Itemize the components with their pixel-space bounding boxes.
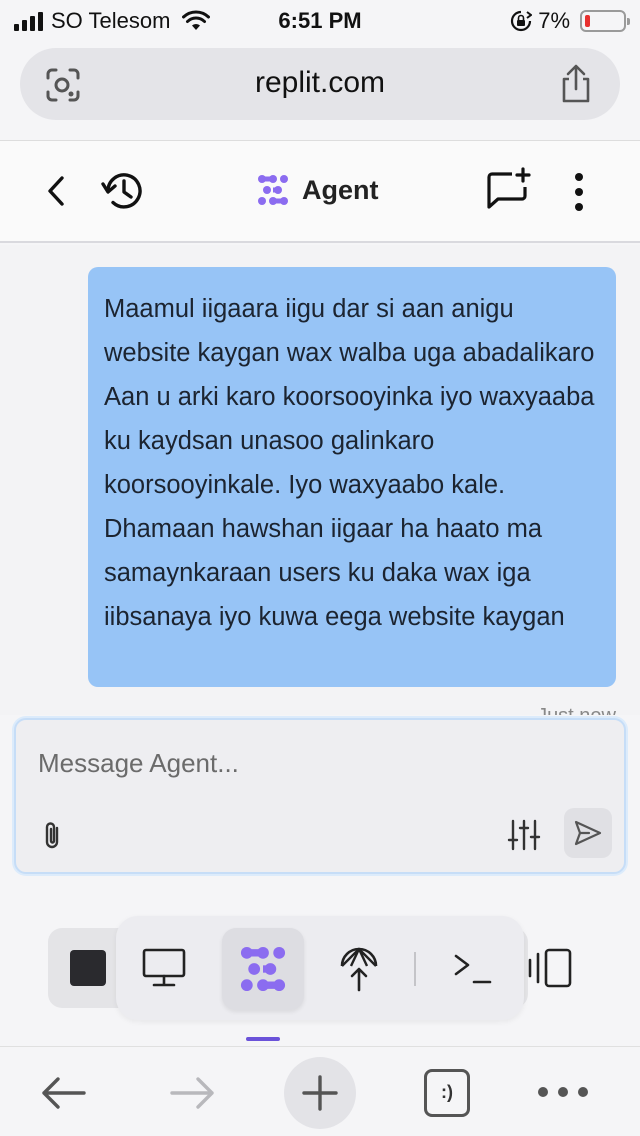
agent-header: Agent [0, 141, 640, 243]
new-tab-button[interactable] [284, 1057, 356, 1129]
status-bar: SO Telesom 6:51 PM 7% [0, 0, 640, 42]
wifi-icon [182, 10, 211, 30]
agent-logo-icon [258, 175, 288, 205]
sliders-icon[interactable] [506, 818, 542, 852]
more-vertical-icon[interactable] [568, 171, 590, 213]
dock-separator [414, 952, 416, 986]
stop-icon [70, 950, 106, 986]
address-bar[interactable]: replit.com [20, 48, 620, 120]
signal-icon [14, 11, 43, 31]
rotation-lock-icon [511, 10, 533, 32]
tabs-icon[interactable]: :) [424, 1069, 470, 1117]
agent-icon[interactable] [238, 944, 288, 994]
more-dots-icon[interactable] [538, 1087, 588, 1099]
status-left: SO Telesom [14, 8, 211, 34]
panels-icon[interactable] [526, 946, 576, 990]
deployments-icon[interactable] [338, 944, 380, 994]
share-icon[interactable] [558, 64, 594, 104]
url-text[interactable]: replit.com [20, 66, 620, 100]
page-title: Agent [302, 174, 379, 205]
message-input[interactable] [38, 748, 498, 779]
back-arrow-icon[interactable] [40, 1075, 88, 1111]
new-tab-plus-icon [302, 1075, 338, 1111]
battery-icon [580, 10, 630, 32]
user-message-bubble: Maamul iigaara iigu dar si aan anigu web… [88, 267, 616, 687]
active-tool-indicator [246, 1037, 280, 1041]
status-right: 7% [510, 8, 630, 34]
preview-monitor-icon[interactable] [140, 946, 188, 990]
message-composer[interactable] [14, 718, 626, 874]
send-icon [574, 820, 602, 846]
paperclip-icon[interactable] [38, 820, 66, 852]
battery-fill [585, 15, 590, 27]
chat-thread[interactable]: Maamul iigaara iigu dar si aan anigu web… [0, 245, 640, 715]
shell-icon[interactable] [452, 950, 494, 988]
forward-arrow-icon[interactable] [168, 1075, 216, 1111]
send-button[interactable] [564, 808, 612, 858]
back-chevron-icon[interactable] [40, 173, 72, 209]
browser-toolbar: :) [0, 1046, 640, 1136]
header-title-group: Agent [256, 173, 379, 207]
history-icon[interactable] [100, 169, 146, 213]
carrier-name: SO Telesom [51, 8, 171, 33]
new-chat-icon[interactable] [486, 167, 532, 211]
battery-percent: 7% [538, 8, 570, 33]
message-timestamp: Just now [537, 705, 616, 715]
